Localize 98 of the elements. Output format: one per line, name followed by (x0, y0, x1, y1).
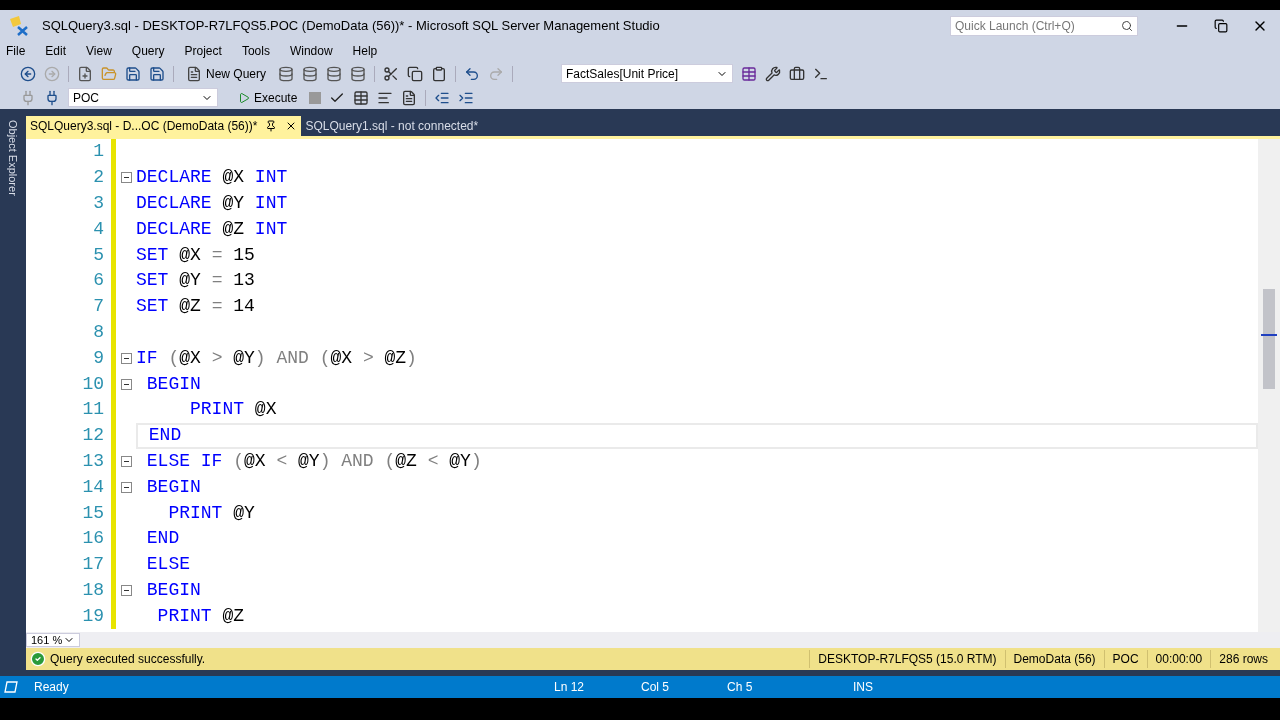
mode-indicator: INS (853, 679, 873, 696)
line-number: 13 (81, 449, 105, 473)
success-icon (30, 651, 46, 667)
line-number: 3 (92, 192, 105, 215)
menu-item[interactable]: Project (184, 42, 222, 60)
line-number: 1 (92, 140, 105, 164)
line-number: 14 (81, 475, 105, 499)
grid-icon[interactable] (353, 89, 370, 106)
collapse-icon[interactable] (120, 584, 132, 596)
column-indicator: Col 5 (641, 679, 670, 696)
code-line: DECLARE @X INT (136, 166, 288, 190)
line-number: 18 (81, 578, 105, 602)
table-icon[interactable] (741, 65, 758, 82)
code-line: PRINT @Z (156, 604, 245, 628)
collapse-icon[interactable] (120, 455, 132, 467)
code-line: PRINT @X (189, 398, 277, 422)
search-icon (1121, 19, 1133, 32)
line-number: 4 (92, 217, 105, 241)
object-combo[interactable]: FactSales[Unit Price] (561, 64, 734, 83)
line-number: 6 (92, 269, 105, 293)
code-line: BEGIN (145, 475, 201, 499)
status-icon (4, 681, 18, 693)
database-icon[interactable] (350, 65, 367, 82)
line-number: 12 (81, 424, 105, 448)
query-status-field: DemoData (56) (1004, 650, 1104, 668)
undo-icon[interactable] (464, 65, 481, 82)
code-line: END (145, 527, 180, 551)
code-line: DECLARE @Z INT (136, 217, 288, 241)
cut-icon[interactable] (383, 65, 400, 82)
collapse-icon[interactable] (120, 172, 132, 184)
execute-button[interactable]: Execute (234, 88, 302, 107)
restore-icon[interactable] (1214, 18, 1228, 33)
code-line: ELSE IF (@X < @Y) AND (@Z < @Y) (145, 449, 482, 473)
code-line: DECLARE @Y INT (136, 192, 288, 215)
query-status-field: DESKTOP-R7LFQS5 (15.0 RTM) (809, 650, 1005, 668)
line-number: 8 (92, 321, 105, 344)
menu-item[interactable]: File (6, 42, 26, 60)
window-title: SQLQuery3.sql - DESKTOP-R7LFQS5.POC (DemoData (56))* - Microsoft SQL Server Management Studio (42, 16, 660, 35)
collapse-icon[interactable] (120, 378, 132, 390)
line-number: 9 (92, 346, 105, 370)
app-logo-icon (8, 14, 30, 37)
wrench-icon[interactable] (765, 65, 782, 82)
menu-item[interactable]: Window (289, 42, 333, 60)
document-icon (186, 65, 202, 82)
side-panel-tab[interactable]: Object Explorer (0, 116, 26, 676)
menu-item[interactable]: Query (131, 42, 165, 60)
code-line: SET @Y = 13 (136, 269, 255, 293)
line-indicator: Ln 12 (554, 679, 586, 696)
new-query-button[interactable]: New Query (182, 64, 271, 83)
save-all-icon[interactable] (149, 65, 165, 82)
pin-icon[interactable] (265, 120, 278, 132)
line-number: 16 (81, 527, 105, 551)
zoom-select[interactable]: 161 % (26, 633, 80, 647)
connect-icon[interactable] (44, 89, 60, 106)
code-line: BEGIN (145, 578, 201, 602)
line-number: 15 (81, 501, 105, 525)
menu-item[interactable]: Tools (241, 42, 270, 60)
line-number: 7 (92, 295, 105, 319)
code-line: SET @Z = 14 (136, 295, 255, 319)
code-line: PRINT @Y (167, 501, 255, 525)
paste-icon[interactable] (431, 65, 448, 82)
back-icon[interactable] (20, 65, 36, 82)
menu-item[interactable]: Edit (45, 42, 67, 60)
copy-icon[interactable] (407, 65, 424, 82)
document-tab[interactable]: SQLQuery3.sql - D...OC (DemoData (56))* (26, 116, 302, 136)
query-status-message: Query executed successfully. (50, 651, 206, 668)
code-line: SET @X = 15 (136, 243, 255, 267)
line-number: 17 (81, 553, 105, 577)
new-file-icon[interactable] (77, 65, 93, 82)
database-icon[interactable] (278, 65, 295, 82)
query-status-field: POC (1103, 650, 1147, 668)
line-number: 2 (92, 166, 105, 190)
code-line: BEGIN (145, 372, 201, 396)
collapse-icon[interactable] (120, 352, 132, 364)
code-line: ELSE (145, 553, 190, 577)
line-number: 19 (81, 604, 105, 628)
database-icon[interactable] (302, 65, 319, 82)
code-line: IF (@X > @Y) AND (@X > @Z) (136, 346, 417, 370)
toolbox-icon[interactable] (789, 65, 806, 82)
line-number: 10 (81, 372, 105, 396)
play-icon (238, 91, 250, 104)
collapse-icon[interactable] (120, 481, 132, 493)
file-icon[interactable] (401, 89, 418, 106)
database-icon[interactable] (326, 65, 343, 82)
save-icon[interactable] (125, 65, 141, 82)
menu-item[interactable]: Help (352, 42, 378, 60)
line-number: 11 (81, 398, 105, 422)
query-status-field: 286 rows (1210, 650, 1276, 668)
quick-launch-field[interactable]: Quick Launch (Ctrl+Q) (950, 15, 1138, 36)
menu-item[interactable]: View (86, 42, 112, 60)
database-select[interactable]: POC (68, 88, 218, 107)
vertical-scrollbar[interactable] (1258, 139, 1280, 632)
query-status-field: 00:00:00 (1146, 650, 1211, 668)
line-number: 5 (92, 243, 105, 267)
document-tab[interactable]: SQLQuery1.sql - not connected* (301, 116, 483, 136)
status-text: Ready (34, 679, 70, 696)
code-line: END (147, 424, 182, 448)
char-indicator: Ch 5 (727, 679, 754, 696)
